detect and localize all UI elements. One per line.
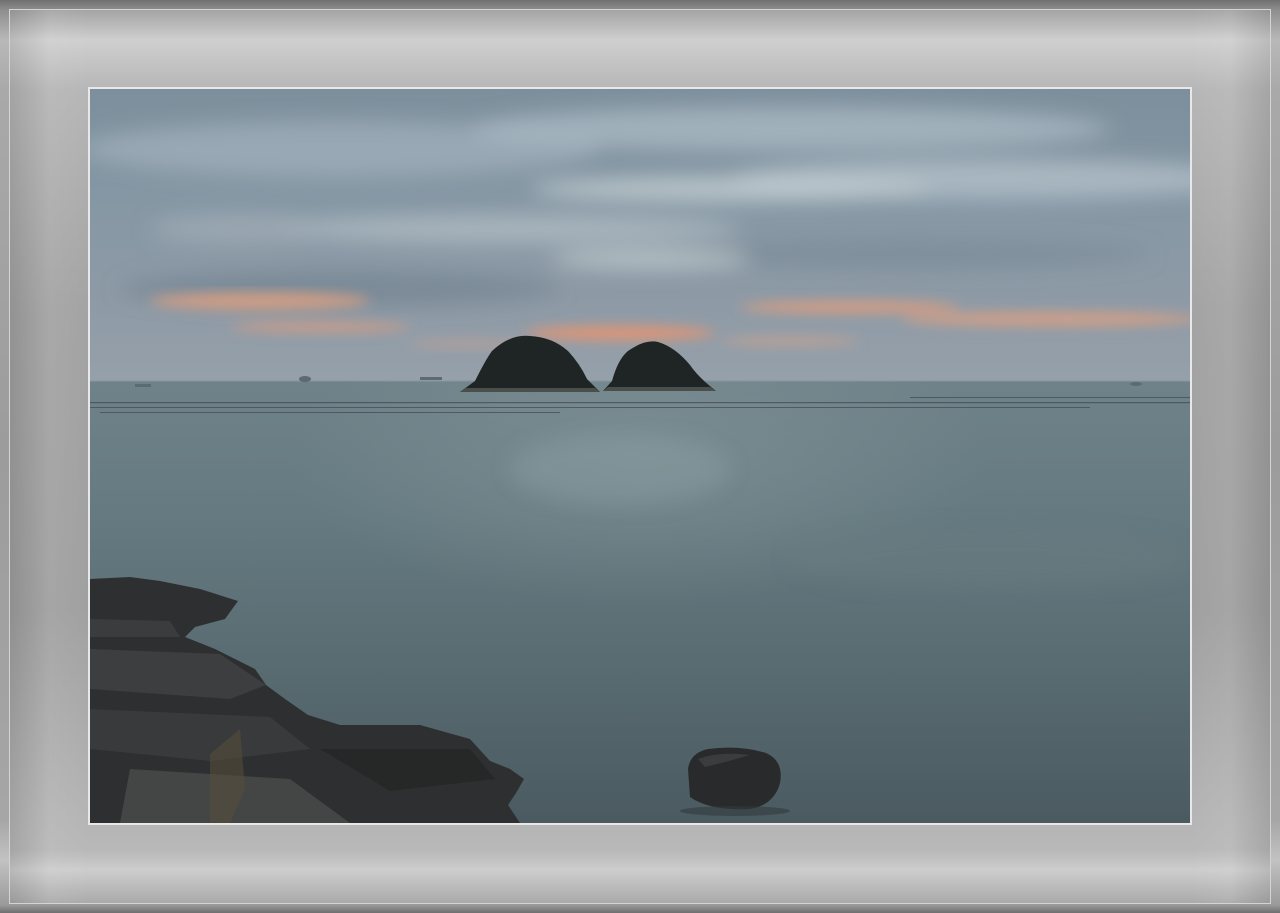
seascape-illustration (90, 89, 1190, 823)
picture-frame (0, 0, 1280, 913)
sea-sheen (290, 381, 990, 681)
seascape-photo (88, 87, 1192, 825)
